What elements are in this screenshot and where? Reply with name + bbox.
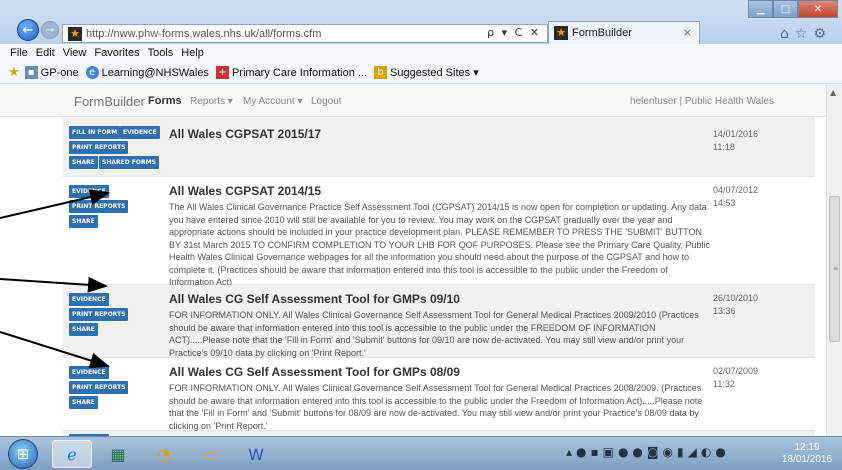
nav-logout[interactable]: Logout [311, 96, 342, 107]
form-time: 14:53 [713, 198, 736, 208]
share-button[interactable]: SHARE [69, 323, 98, 336]
home-icon[interactable]: ⌂ [780, 26, 795, 42]
minimize-button[interactable]: ▁ [748, 0, 773, 18]
form-title[interactable]: All Wales CG Self Assessment Tool for GM… [169, 365, 460, 379]
window-controls: ▁ □ ✕ [748, 0, 838, 18]
browser-titlebar: ← → ★ http://nww.phw-forms.wales.nhs.uk/… [0, 0, 842, 44]
share-button[interactable]: SHARE [69, 156, 98, 169]
form-time: 11:32 [713, 379, 735, 389]
form-date: 02/07/2009 [713, 366, 759, 376]
form-description: FOR INFORMATION ONLY. All Wales Clinical… [169, 383, 703, 431]
nav-my-account[interactable]: My Account ▾ [243, 96, 303, 107]
fill-in-form-button[interactable]: FILL IN FORM [69, 126, 121, 139]
taskbar-clock[interactable]: 12:19 18/01/2016 [776, 442, 838, 466]
menu-edit[interactable]: Edit [36, 47, 55, 59]
share-button[interactable]: SHARE [69, 215, 98, 228]
file-explorer-icon[interactable]: ▭ [190, 440, 230, 468]
settings-gear-icon[interactable]: ⚙ [813, 26, 832, 42]
browser-toolbar-icons: ⌂☆⚙ [780, 26, 832, 42]
scrollbar-thumb[interactable]: ≡ [829, 196, 840, 342]
favorites-add-star-icon[interactable]: ★ [8, 65, 20, 80]
favorite-gp-one[interactable]: ▪ GP-one [24, 66, 79, 79]
print-reports-button[interactable]: PRINT REPORTS [69, 381, 129, 394]
evidence-button[interactable]: EVIDENCE [120, 126, 160, 139]
tab-close-icon[interactable]: × [683, 26, 692, 39]
maximize-button[interactable]: □ [773, 0, 798, 18]
gp-one-icon: ▪ [24, 66, 38, 79]
form-date: 26/10/2010 [713, 293, 759, 303]
favorite-label: Suggested Sites ▾ [390, 67, 479, 79]
suggested-sites-icon: b [374, 66, 388, 79]
form-description: FOR INFORMATION ONLY. All Wales Clinical… [169, 310, 699, 358]
menu-tools[interactable]: Tools [148, 47, 174, 59]
tab-favicon-icon: ★ [554, 26, 568, 40]
form-time: 13:36 [713, 306, 736, 316]
menu-help[interactable]: Help [181, 47, 204, 59]
system-tray-icons[interactable]: ▴●▪▣●●◙◉▮◢◐● [566, 445, 730, 459]
close-window-button[interactable]: ✕ [798, 0, 838, 18]
menu-file[interactable]: File [10, 47, 28, 59]
forward-button[interactable]: → [41, 21, 59, 39]
menu-view[interactable]: View [63, 47, 87, 59]
outlook-icon[interactable]: ◔ [144, 440, 184, 468]
user-info: helentuser | Public Health Wales [630, 96, 774, 107]
form-date: 04/07/2012 [713, 185, 759, 195]
address-search-refresh-stop-icons[interactable]: ρ ▾ C ✕ [487, 26, 541, 39]
tab-title: FormBuilder [572, 27, 632, 39]
favorite-learning-nhswales[interactable]: e Learning@NHSWales [85, 66, 209, 79]
clock-time: 12:19 [794, 442, 820, 453]
address-url[interactable]: http://nww.phw-forms.wales.nhs.uk/all/fo… [86, 28, 321, 40]
menu-bar: File Edit View Favorites Tools Help [0, 44, 842, 62]
form-title[interactable]: All Wales CGPSAT 2015/17 [169, 127, 321, 141]
form-row: EVIDENCE PRINT REPORTS SHARE All Wales C… [63, 177, 815, 287]
form-row: FILL IN FORM EVIDENCE PRINT REPORTS SHAR… [63, 117, 815, 177]
ie-icon: e [85, 66, 99, 79]
clock-date: 18/01/2016 [781, 454, 833, 465]
evidence-button[interactable]: EVIDENCE [69, 293, 109, 306]
print-reports-button[interactable]: PRINT REPORTS [69, 308, 129, 321]
print-reports-button[interactable]: PRINT REPORTS [69, 200, 129, 213]
word-icon[interactable]: W [236, 440, 276, 468]
form-description: The All Wales Clinical Governance Practi… [169, 202, 710, 287]
form-date: 14/01/2016 [713, 129, 759, 139]
form-title[interactable]: All Wales CGPSAT 2014/15 [169, 184, 321, 198]
shared-forms-button[interactable]: SHARED FORMS [99, 156, 159, 169]
favorite-suggested-sites[interactable]: b Suggested Sites ▾ [374, 66, 479, 79]
page-scrollbar[interactable]: ▲ ≡ [826, 84, 842, 436]
app-brand[interactable]: FormBuilder [74, 94, 145, 109]
favorite-label: Primary Care Information ... [231, 66, 368, 79]
excel-icon[interactable]: ▦ [98, 440, 138, 468]
site-favicon-icon: ★ [68, 26, 82, 41]
forms-list: FILL IN FORM EVIDENCE PRINT REPORTS SHAR… [0, 117, 826, 436]
scrollbar-grip-icon: ≡ [833, 265, 839, 272]
favorite-label: GP-one [40, 66, 79, 79]
windows-taskbar: ⊞ ℯ ▦ ◔ ▭ W ▴●▪▣●●◙◉▮◢◐● 12:19 18/01/201… [0, 436, 842, 470]
share-button[interactable]: SHARE [69, 396, 98, 409]
scroll-up-arrow-icon[interactable]: ▲ [830, 88, 836, 97]
evidence-button[interactable]: EVIDENCE [69, 185, 109, 198]
form-title[interactable]: All Wales CG Self Assessment Tool for GM… [169, 292, 460, 306]
favorite-label: Learning@NHSWales [101, 66, 209, 79]
forward-arrow-icon: → [45, 24, 55, 36]
print-reports-button[interactable]: PRINT REPORTS [69, 141, 129, 154]
favorite-primary-care-information[interactable]: + Primary Care Information ... [215, 66, 368, 79]
menu-favorites[interactable]: Favorites [94, 47, 139, 59]
form-time: 11:18 [713, 142, 735, 152]
evidence-button[interactable]: EVIDENCE [69, 366, 109, 379]
app-navbar: FormBuilder Forms Reports ▾ My Account ▾… [0, 84, 826, 117]
back-arrow-icon: ← [22, 22, 34, 38]
nhs-plus-icon: + [215, 66, 229, 79]
browser-tab[interactable]: ★ FormBuilder × [548, 21, 700, 44]
form-row: EVIDENCE PRINT REPORTS SHARE All Wales C… [63, 358, 815, 431]
address-bar[interactable]: ★ http://nww.phw-forms.wales.nhs.uk/all/… [62, 24, 548, 43]
back-button[interactable]: ← [17, 19, 39, 41]
form-row: EVIDENCE PRINT REPORTS SHARE All Wales C… [63, 285, 815, 358]
nav-reports[interactable]: Reports ▾ [190, 96, 233, 107]
favorites-star-icon[interactable]: ☆ [795, 26, 814, 42]
nav-forms[interactable]: Forms [148, 95, 182, 107]
favorites-bar: ★ ▪ GP-one e Learning@NHSWales + Primary… [0, 62, 842, 84]
start-orb-icon[interactable]: ⊞ [8, 439, 38, 469]
internet-explorer-icon[interactable]: ℯ [52, 440, 92, 468]
